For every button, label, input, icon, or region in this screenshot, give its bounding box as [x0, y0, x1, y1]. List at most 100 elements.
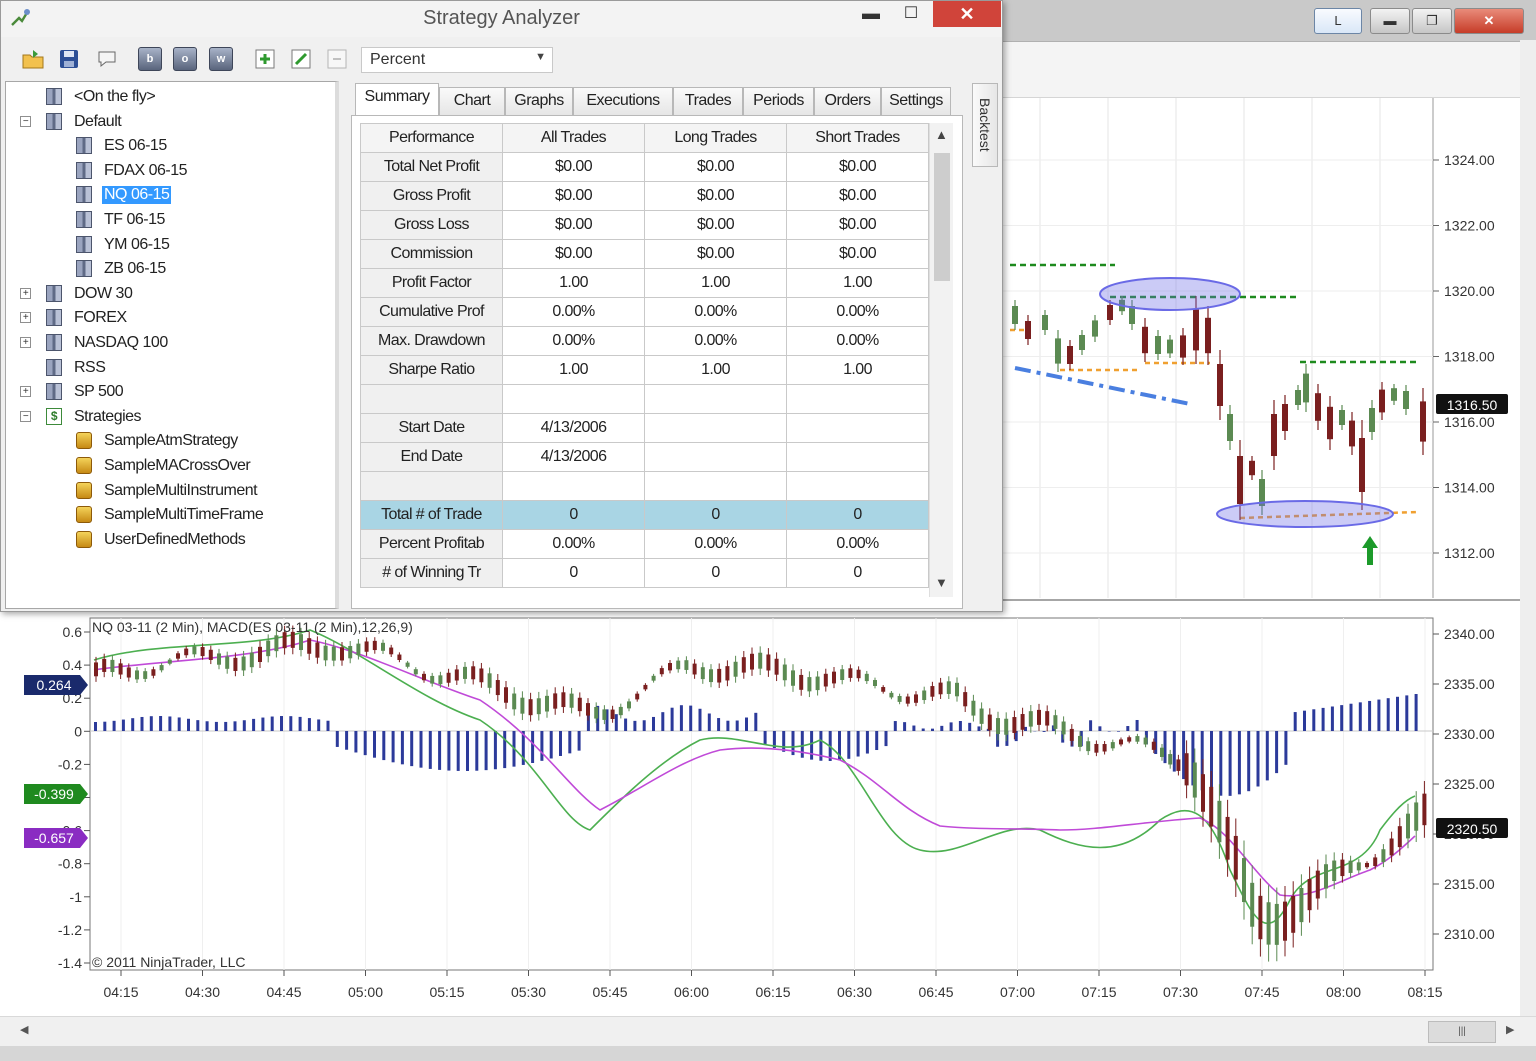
tab-backtest[interactable]: Backtest [972, 83, 998, 167]
tree-item[interactable]: + SP 500 [6, 381, 326, 403]
tab-graphs[interactable]: Graphs [505, 87, 573, 115]
table-row[interactable] [361, 385, 929, 414]
display-mode-select[interactable]: Percent ▼ [361, 47, 553, 73]
tab-orders[interactable]: Orders [814, 87, 881, 115]
row-label: Cumulative Prof [361, 298, 503, 327]
table-row[interactable]: End Date 4/13/2006 [361, 443, 929, 472]
open-folder-icon[interactable] [21, 47, 45, 71]
scroll-right-icon[interactable]: ▶ [1506, 1023, 1514, 1036]
chevron-down-icon[interactable]: ▼ [935, 575, 948, 590]
table-row[interactable]: Profit Factor 1.00 1.00 1.00 [361, 269, 929, 298]
table-row[interactable]: # of Winning Tr 0 0 0 [361, 559, 929, 588]
table-row[interactable]: Percent Profitab 0.00% 0.00% 0.00% [361, 530, 929, 559]
expand-icon[interactable]: + [20, 312, 31, 323]
close-button[interactable]: ✕ [933, 1, 1001, 27]
tab-chart[interactable]: Chart [439, 87, 505, 115]
column-header[interactable]: Performance [361, 124, 503, 153]
tab-trades[interactable]: Trades [673, 87, 743, 115]
instrument-icon [76, 137, 92, 154]
tree-item[interactable]: YM 06-15 [6, 234, 326, 256]
candle-body [94, 662, 98, 676]
candle-body [717, 669, 721, 683]
tab-settings[interactable]: Settings [881, 87, 951, 115]
candle-body [1267, 902, 1271, 944]
table-row[interactable]: Commission $0.00 $0.00 $0.00 [361, 240, 929, 269]
tab-periods[interactable]: Periods [743, 87, 814, 115]
table-row[interactable]: Gross Profit $0.00 $0.00 $0.00 [361, 182, 929, 211]
chart-horizontal-scrollbar[interactable]: ◀ ||| ▶ [0, 1016, 1536, 1046]
table-cell: 0 [503, 559, 645, 588]
walkforward-w-icon[interactable]: w [209, 47, 233, 71]
candle-body [807, 677, 811, 691]
histogram-bar [624, 719, 627, 731]
time-tick-label: 04:15 [103, 984, 138, 1000]
table-row[interactable]: Total Net Profit $0.00 $0.00 $0.00 [361, 153, 929, 182]
table-row[interactable]: Sharpe Ratio 1.00 1.00 1.00 [361, 356, 929, 385]
tree-item[interactable]: ES 06-15 [6, 135, 326, 157]
tree-item[interactable]: − $ Strategies [6, 406, 326, 428]
edit-icon[interactable] [289, 47, 313, 71]
tree-item[interactable]: + DOW 30 [6, 283, 326, 305]
table-cell [787, 472, 929, 501]
tree-item[interactable]: SampleMultiTimeFrame [6, 504, 326, 526]
tree-item[interactable]: SampleMACrossOver [6, 455, 326, 477]
table-row[interactable]: Cumulative Prof 0.00% 0.00% 0.00% [361, 298, 929, 327]
tree-item[interactable]: TF 06-15 [6, 209, 326, 231]
histogram-bar [1322, 708, 1325, 731]
candle-body [684, 660, 688, 670]
column-header[interactable]: Short Trades [787, 124, 929, 153]
instrument-icon [46, 309, 62, 326]
candle-body [1111, 742, 1115, 748]
add-icon[interactable] [253, 47, 277, 71]
expand-icon[interactable]: + [20, 386, 31, 397]
column-header[interactable]: Long Trades [645, 124, 787, 153]
chevron-up-icon[interactable]: ▲ [935, 127, 948, 142]
tree-item[interactable]: SampleAtmStrategy [6, 430, 326, 452]
tree-item[interactable]: ZB 06-15 [6, 258, 326, 280]
instrument-icon [76, 260, 92, 277]
tree-item[interactable]: NQ 06-15 [6, 184, 326, 206]
table-cell: $0.00 [503, 240, 645, 269]
tree-item[interactable]: + FOREX [6, 307, 326, 329]
scroll-thumb[interactable] [934, 153, 950, 281]
backtest-b-icon[interactable]: b [138, 47, 162, 71]
table-row[interactable] [361, 472, 929, 501]
histogram-bar [1340, 705, 1343, 731]
expand-icon[interactable]: + [20, 288, 31, 299]
minimize-button[interactable]: ▬ [859, 3, 883, 27]
price-tick-label: 1314.00 [1444, 480, 1495, 496]
last-price-label: 2320.50 [1447, 821, 1498, 837]
candle-body [578, 698, 582, 711]
table-row[interactable]: Start Date 4/13/2006 [361, 414, 929, 443]
collapse-icon[interactable]: − [20, 411, 31, 422]
save-icon[interactable] [57, 47, 81, 71]
tree-item[interactable]: UserDefinedMethods [6, 529, 326, 551]
collapse-icon[interactable]: − [20, 116, 31, 127]
expand-icon[interactable]: + [20, 337, 31, 348]
candle-body [1391, 388, 1397, 401]
table-row[interactable]: Gross Loss $0.00 $0.00 $0.00 [361, 211, 929, 240]
table-row[interactable]: Max. Drawdown 0.00% 0.00% 0.00% [361, 327, 929, 356]
tree-item[interactable]: SampleMultiInstrument [6, 480, 326, 502]
tree-item[interactable]: + NASDAQ 100 [6, 332, 326, 354]
chat-icon[interactable] [95, 47, 119, 71]
table-cell: 0 [645, 501, 787, 530]
delete-icon[interactable] [325, 47, 349, 71]
tree-item[interactable]: <On the fly> [6, 86, 326, 108]
optimize-o-icon[interactable]: o [173, 47, 197, 71]
candle-body [635, 694, 639, 700]
tree-item[interactable]: FDAX 06-15 [6, 160, 326, 182]
column-header[interactable]: All Trades [503, 124, 645, 153]
tab-executions[interactable]: Executions [573, 87, 673, 115]
histogram-bar [568, 731, 571, 753]
candle-body [643, 685, 647, 689]
scroll-left-icon[interactable]: ◀ [20, 1023, 28, 1036]
tree-item[interactable]: − Default [6, 111, 326, 133]
tab-summary[interactable]: Summary [355, 83, 439, 115]
table-row[interactable]: Total # of Trade 0 0 0 [361, 501, 929, 530]
maximize-button[interactable]: ☐ [899, 3, 923, 27]
table-scrollbar[interactable]: ▲ ▼ [929, 123, 953, 597]
histogram-bar [1098, 726, 1101, 731]
scroll-thumb[interactable]: ||| [1428, 1021, 1496, 1043]
tree-item[interactable]: RSS [6, 357, 326, 379]
